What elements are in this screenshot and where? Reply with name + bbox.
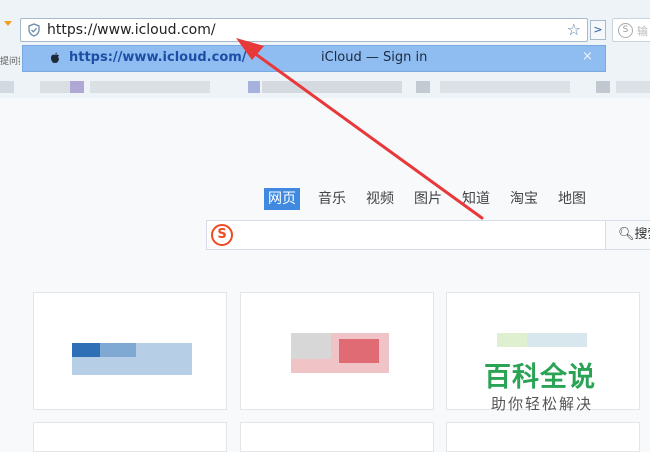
annotation-arrow-shaft <box>248 48 484 220</box>
annotation-arrow <box>236 38 484 220</box>
